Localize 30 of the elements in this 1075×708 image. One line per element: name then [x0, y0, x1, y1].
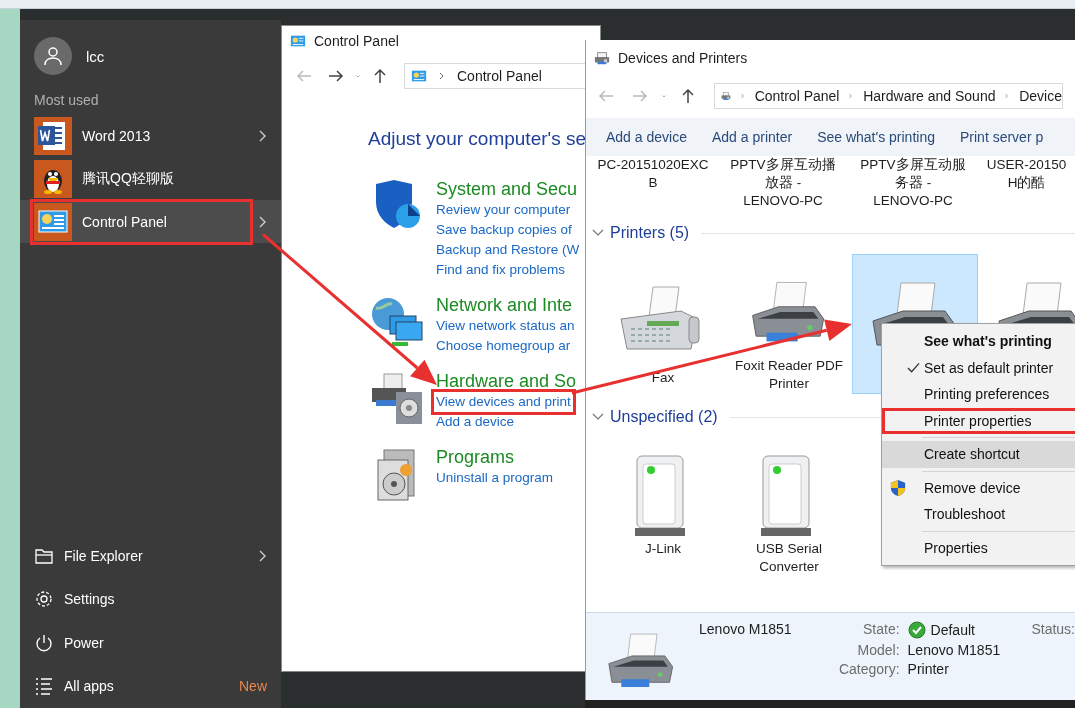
device-label: Printer [769, 375, 809, 393]
device-label: Converter [759, 558, 819, 576]
field-label: Model: [856, 642, 900, 658]
device-label: LENOVO-PC [743, 192, 823, 210]
device-name: Lenovo M1851 [699, 621, 793, 639]
device-label: PC-20151020EXC [597, 156, 709, 174]
device-label: 放器 - [764, 174, 802, 192]
window-title: Control Panel [314, 33, 399, 49]
device-label: PPTV多屏互动播 [730, 156, 836, 174]
new-label: New [239, 678, 267, 695]
section-title: Most used [33, 91, 100, 110]
device-label: Fax [651, 369, 675, 387]
field-value: Default [930, 622, 975, 638]
device-label: 务器 - [894, 174, 932, 192]
device-label: B [648, 174, 658, 192]
device-label: PPTV多屏互动服 [860, 156, 966, 174]
device-label: USER-20150 [986, 156, 1067, 174]
device-label: USB Serial [756, 540, 822, 558]
field-label: Category: [837, 661, 900, 677]
device-label: LENOVO-PC [873, 192, 953, 210]
user-name: lcc [86, 47, 105, 65]
device-label: H的酷 [1007, 174, 1046, 192]
device-label: Foxit Reader PDF [734, 357, 843, 375]
window-title: Devices and Printers [618, 50, 748, 66]
field-label: Status: [1031, 621, 1075, 639]
device-label: J-Link [645, 540, 681, 558]
field-value: Lenovo M1851 [907, 642, 1001, 658]
field-label: State: [862, 621, 900, 639]
page-heading: Adjust your computer's se [367, 127, 587, 150]
field-value: Printer [907, 661, 949, 677]
